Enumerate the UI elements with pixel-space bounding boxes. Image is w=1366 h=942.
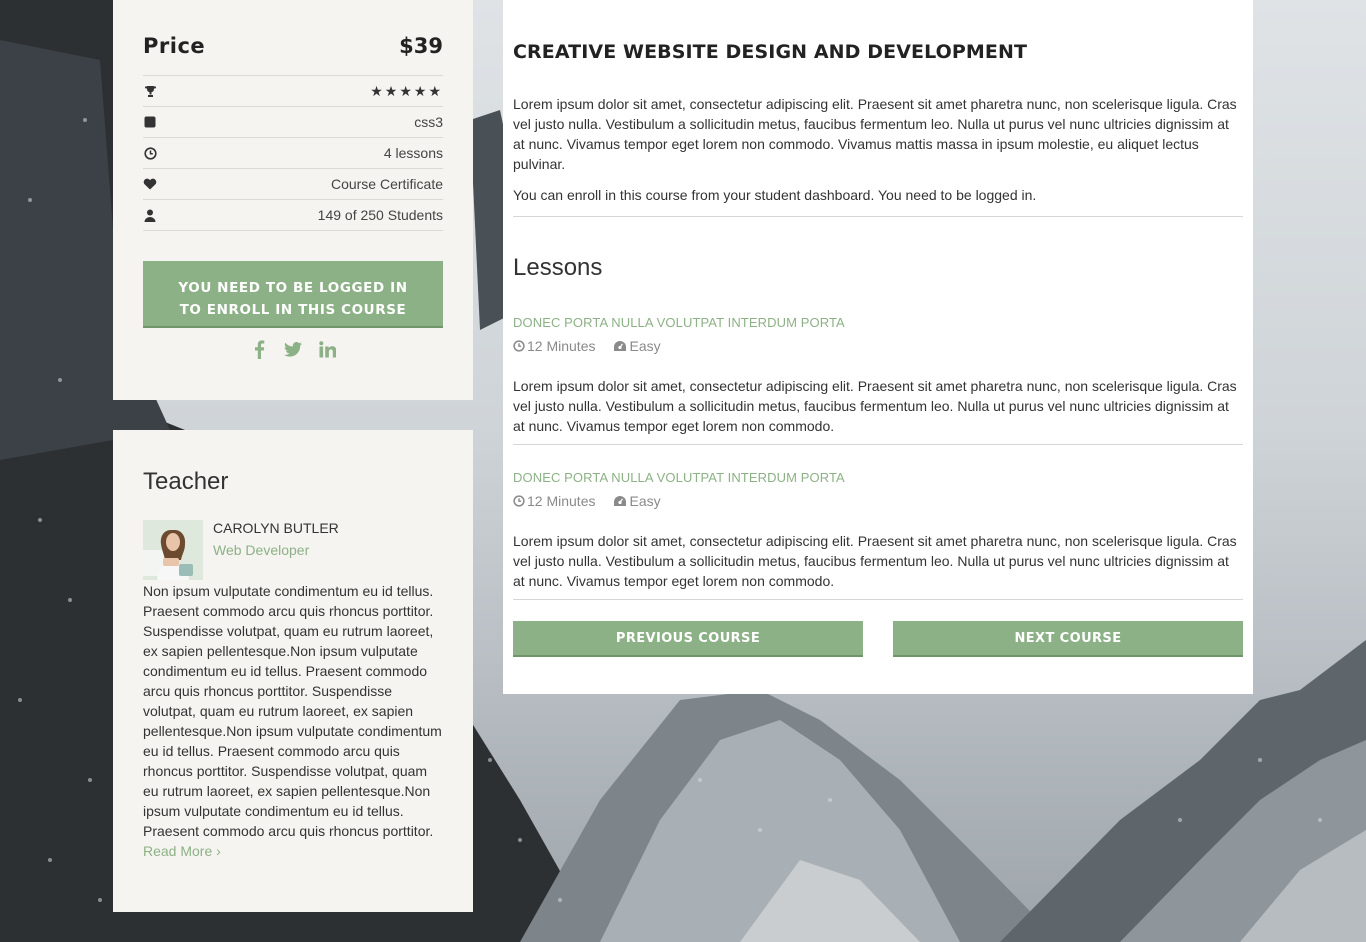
price-value: $39 xyxy=(399,33,443,58)
course-navigation: PREVIOUS COURSE NEXT COURSE xyxy=(513,621,1243,657)
teacher-name: CAROLYN BUTLER xyxy=(213,520,339,536)
lessons-count: 4 lessons xyxy=(383,145,443,161)
lesson-item: DONEC PORTA NULLA VOLUTPAT INTERDUM PORT… xyxy=(513,314,1243,445)
course-content-card: CREATIVE WEBSITE DESIGN AND DEVELOPMENT … xyxy=(503,0,1253,694)
info-row-students: 149 of 250 Students xyxy=(143,200,443,231)
lessons-heading: Lessons xyxy=(513,254,603,281)
read-more-link[interactable]: Read More › xyxy=(143,843,221,859)
price-header: Price $39 xyxy=(143,0,443,76)
lesson-meta: 12 Minutes Easy xyxy=(513,338,1243,354)
lesson-level: Easy xyxy=(613,493,661,509)
teacher-profile: CAROLYN BUTLER Web Developer xyxy=(143,520,443,580)
lesson-level-text: Easy xyxy=(629,493,661,509)
lesson-meta: 12 Minutes Easy xyxy=(513,493,1243,509)
teacher-role: Web Developer xyxy=(213,542,310,558)
lesson-level-text: Easy xyxy=(629,338,661,354)
lesson-title-link[interactable]: DONEC PORTA NULLA VOLUTPAT INTERDUM PORT… xyxy=(513,315,845,330)
lesson-title-link[interactable]: DONEC PORTA NULLA VOLUTPAT INTERDUM PORT… xyxy=(513,470,845,485)
course-title: CREATIVE WEBSITE DESIGN AND DEVELOPMENT xyxy=(513,41,1028,63)
lesson-description: Lorem ipsum dolor sit amet, consectetur … xyxy=(513,378,1237,434)
heart-icon xyxy=(143,177,157,191)
clock-icon xyxy=(513,495,525,507)
enroll-line-2: TO ENROLL IN THIS COURSE xyxy=(179,302,407,318)
enroll-line-1: YOU NEED TO BE LOGGED IN xyxy=(178,280,408,296)
lesson-description: Lorem ipsum dolor sit amet, consectetur … xyxy=(513,533,1237,589)
info-row-lessons: 4 lessons xyxy=(143,138,443,169)
twitter-icon[interactable] xyxy=(283,338,303,360)
teacher-card: Teacher CAROLYN BUTLER Web Developer Non… xyxy=(113,430,473,912)
course-description: Lorem ipsum dolor sit amet, consectetur … xyxy=(513,96,1237,172)
clock-icon xyxy=(143,146,157,160)
info-row-certificate: Course Certificate xyxy=(143,169,443,200)
lesson-duration: 12 Minutes xyxy=(513,493,595,509)
clock-icon xyxy=(513,340,525,352)
lesson-duration-text: 12 Minutes xyxy=(527,493,596,509)
lesson-duration-text: 12 Minutes xyxy=(527,338,596,354)
teacher-bio: Non ipsum vulputate condimentum eu id te… xyxy=(143,583,442,839)
lesson-item: DONEC PORTA NULLA VOLUTPAT INTERDUM PORT… xyxy=(513,469,1243,600)
enroll-note: You can enroll in this course from your … xyxy=(513,185,1243,217)
trophy-icon xyxy=(143,84,157,98)
square-icon xyxy=(143,115,157,129)
info-row-rating: ★★★★★ xyxy=(143,76,443,107)
teacher-info: CAROLYN BUTLER Web Developer xyxy=(213,520,339,580)
price-label: Price xyxy=(143,33,206,58)
rating-stars: ★★★★★ xyxy=(370,82,443,99)
teacher-avatar[interactable] xyxy=(143,520,203,580)
user-icon xyxy=(143,208,157,222)
enroll-button[interactable]: YOU NEED TO BE LOGGED IN TO ENROLL IN TH… xyxy=(143,261,443,328)
facebook-icon[interactable] xyxy=(249,338,269,360)
dashboard-icon xyxy=(614,496,627,506)
dashboard-icon xyxy=(614,341,627,351)
previous-course-button[interactable]: PREVIOUS COURSE xyxy=(513,621,863,657)
certificate-value: Course Certificate xyxy=(330,176,443,192)
teacher-heading: Teacher xyxy=(143,468,229,495)
info-row-topic: css3 xyxy=(143,107,443,138)
lesson-level: Easy xyxy=(613,338,661,354)
topic-value: css3 xyxy=(414,114,443,130)
lesson-duration: 12 Minutes xyxy=(513,338,595,354)
next-course-button[interactable]: NEXT COURSE xyxy=(893,621,1243,657)
linkedin-icon[interactable] xyxy=(317,338,337,360)
students-count: 149 of 250 Students xyxy=(317,207,443,223)
price-card: Price $39 ★★★★★ css3 4 lessons Course Ce… xyxy=(113,0,473,400)
social-share xyxy=(143,338,443,360)
